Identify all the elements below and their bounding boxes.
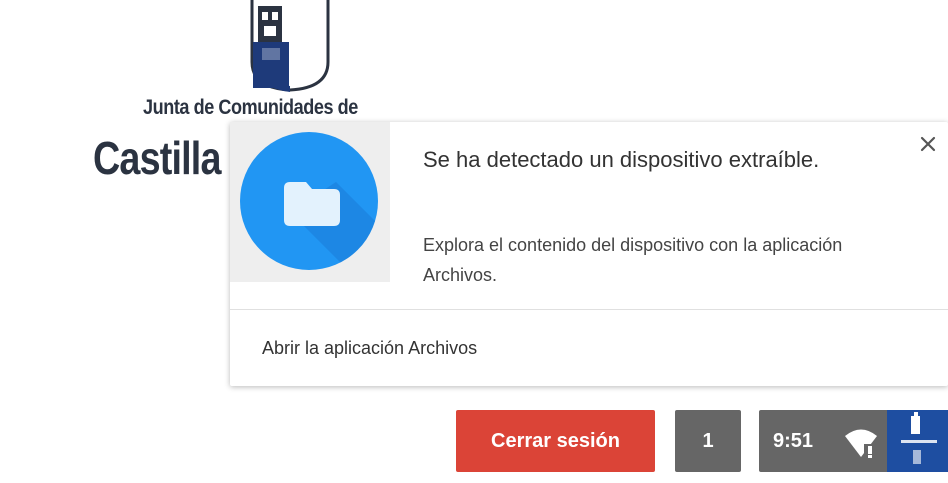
notification-count-badge[interactable]: 1 [675, 410, 741, 472]
removable-device-notification[interactable]: Se ha detectado un dispositivo extraíble… [230, 122, 948, 386]
logo-text-line2: Castilla [93, 132, 221, 184]
notification-count: 1 [702, 429, 714, 452]
close-icon [920, 136, 936, 152]
notification-divider [230, 309, 948, 310]
notification-title: Se ha detectado un dispositivo extraíble… [423, 147, 820, 172]
avatar-icon [887, 410, 948, 472]
close-notification-button[interactable] [916, 132, 940, 156]
system-tray[interactable]: 9:51 [759, 410, 948, 472]
logout-button[interactable]: Cerrar sesión [456, 410, 655, 472]
open-files-app-button[interactable]: Abrir la aplicación Archivos [262, 338, 477, 359]
logo-text-line1: Junta de Comunidades de [143, 96, 358, 119]
folder-icon [284, 182, 378, 270]
coat-of-arms-icon [250, 0, 330, 92]
notification-message: Explora el contenido del dispositivo con… [423, 235, 843, 285]
clock-time: 9:51 [773, 430, 814, 452]
wifi-alert-icon [845, 429, 877, 459]
user-avatar[interactable] [887, 410, 948, 472]
notification-icon-area [230, 122, 390, 282]
files-app-icon [240, 132, 378, 270]
